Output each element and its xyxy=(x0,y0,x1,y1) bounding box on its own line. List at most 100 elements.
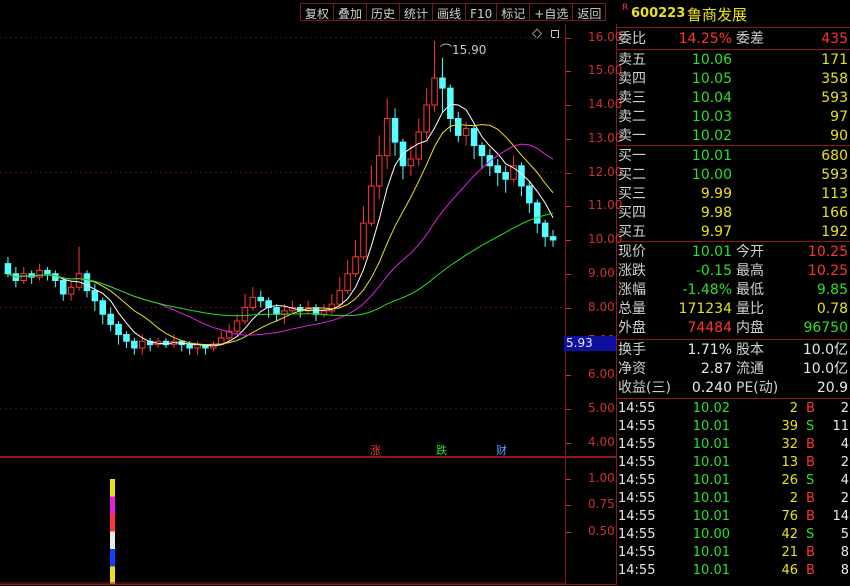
candle xyxy=(470,125,478,159)
trade-volume: 32 xyxy=(781,437,798,452)
trade-count: 2 xyxy=(840,401,849,416)
trade-row[interactable]: 14:55 10.01 76 B 14 xyxy=(616,508,850,526)
candle xyxy=(75,246,83,291)
candle-body xyxy=(257,296,265,302)
bid-row[interactable]: 买四 9.98 166 xyxy=(616,204,850,222)
toolbar-button-3[interactable]: 统计 xyxy=(399,3,433,21)
fundamental-label: 换手 xyxy=(618,342,646,358)
fundamental-label: PE(动) xyxy=(736,380,779,396)
candle-body xyxy=(368,185,375,224)
trade-volume: 46 xyxy=(781,563,798,578)
toolbar-button-1[interactable]: 叠加 xyxy=(333,3,367,21)
volume-bar-segment xyxy=(110,514,115,532)
trade-row[interactable]: 14:55 10.01 13 B 2 xyxy=(616,454,850,472)
ma-line-MA60 xyxy=(7,212,554,317)
candle xyxy=(549,229,557,247)
trade-volume: 39 xyxy=(781,419,798,434)
candle-body xyxy=(123,334,130,342)
volume-tick-label: 0.50 xyxy=(588,523,615,538)
ask-row[interactable]: 卖五 10.06 171 xyxy=(616,51,850,69)
ask-row[interactable]: 卖四 10.05 358 xyxy=(616,70,850,88)
trade-price: 10.01 xyxy=(692,473,730,488)
trade-side: B xyxy=(806,509,815,524)
fundamental-value: 10.0亿 xyxy=(802,342,848,358)
volume-chart[interactable] xyxy=(0,458,565,584)
ask-row[interactable]: 卖三 10.04 593 xyxy=(616,89,850,107)
candle-body xyxy=(273,307,280,315)
trade-volume: 13 xyxy=(781,455,798,470)
fundamental-label: 净资 xyxy=(618,361,646,377)
price-tick xyxy=(566,442,571,444)
toolbar-button-2[interactable]: 历史 xyxy=(366,3,400,21)
toolbar-button-5[interactable]: F10 xyxy=(465,3,497,21)
toolbar-button-4[interactable]: 画线 xyxy=(432,3,466,21)
volume-tick xyxy=(566,479,571,480)
trade-price: 10.01 xyxy=(692,545,730,560)
ask-row[interactable]: 卖一 10.02 90 xyxy=(616,127,850,145)
bid-row[interactable]: 买五 9.97 192 xyxy=(616,223,850,241)
candle-body xyxy=(67,286,75,295)
trade-side: B xyxy=(806,563,815,578)
toolbar-button-7[interactable]: +自选 xyxy=(529,3,573,21)
ask-row[interactable]: 卖二 10.03 97 xyxy=(616,108,850,126)
candle-body xyxy=(526,185,533,204)
ask-label: 卖五 xyxy=(618,52,646,68)
trade-time: 14:55 xyxy=(618,455,656,470)
candle xyxy=(391,108,399,156)
candle xyxy=(202,344,209,355)
bid-row[interactable]: 买一 10.01 680 xyxy=(616,147,850,165)
bid-label: 买一 xyxy=(618,148,646,164)
trade-row[interactable]: 14:55 10.00 42 S 5 xyxy=(616,526,850,544)
event-marker-0[interactable]: 涨 xyxy=(370,442,381,458)
event-marker-1[interactable]: 跌 xyxy=(436,442,447,458)
trade-count: 11 xyxy=(832,419,849,434)
candle xyxy=(131,337,138,355)
trade-row[interactable]: 14:55 10.01 2 B 2 xyxy=(616,490,850,508)
bid-label: 买三 xyxy=(618,186,646,202)
bid-volume: 680 xyxy=(821,148,848,164)
trade-row[interactable]: 14:55 10.01 26 S 4 xyxy=(616,472,850,490)
bid-row[interactable]: 买二 10.00 593 xyxy=(616,166,850,184)
trade-row[interactable]: 14:55 10.01 32 B 4 xyxy=(616,436,850,454)
candle-body xyxy=(383,118,391,157)
quote-row: 外盘 74484 内盘 96750 xyxy=(616,319,850,337)
trade-row[interactable]: 14:55 10.01 46 B 8 xyxy=(616,562,850,580)
quote-value: -1.48% xyxy=(682,282,732,298)
bid-price: 9.97 xyxy=(700,224,732,240)
candle xyxy=(99,297,107,325)
trade-time: 14:55 xyxy=(618,401,656,416)
candle xyxy=(518,162,525,197)
candle-body xyxy=(336,290,344,305)
toolbar-button-6[interactable]: 标记 xyxy=(496,3,530,21)
price-tick xyxy=(566,105,571,106)
candle xyxy=(423,88,430,139)
candle xyxy=(249,287,257,311)
event-marker-2[interactable]: 财 xyxy=(496,442,507,458)
ask-volume: 97 xyxy=(830,109,848,125)
candle-body xyxy=(36,269,43,278)
trade-price: 10.00 xyxy=(692,527,730,542)
trade-price: 10.01 xyxy=(692,455,730,470)
trade-row[interactable]: 14:55 10.01 21 B 8 xyxy=(616,544,850,562)
quote-value: 10.01 xyxy=(691,244,732,260)
candle-body xyxy=(541,222,549,238)
bid-row[interactable]: 买三 9.99 113 xyxy=(616,185,850,203)
trade-side: B xyxy=(806,545,815,560)
candle-body xyxy=(447,87,454,119)
price-tick xyxy=(566,240,571,241)
trade-volume: 26 xyxy=(781,473,798,488)
fundamental-row: 净资 2.87 流通 10.0亿 xyxy=(616,360,850,378)
candle xyxy=(107,307,114,332)
price-tick xyxy=(566,307,571,309)
candle xyxy=(399,138,407,180)
trade-row[interactable]: 14:55 10.01 39 S 11 xyxy=(616,418,850,436)
trade-count: 2 xyxy=(840,491,849,506)
candle-body xyxy=(454,118,462,136)
toolbar-button-8[interactable]: 返回 xyxy=(572,3,607,21)
price-tick-label: 6.00 xyxy=(588,367,615,381)
volume-tick-label: 0.75 xyxy=(588,497,615,512)
kline-chart[interactable] xyxy=(0,24,565,456)
trade-side: S xyxy=(806,419,815,434)
toolbar-button-0[interactable]: 复权 xyxy=(300,3,334,21)
trade-row[interactable]: 14:55 10.02 2 B 2 xyxy=(616,400,850,418)
